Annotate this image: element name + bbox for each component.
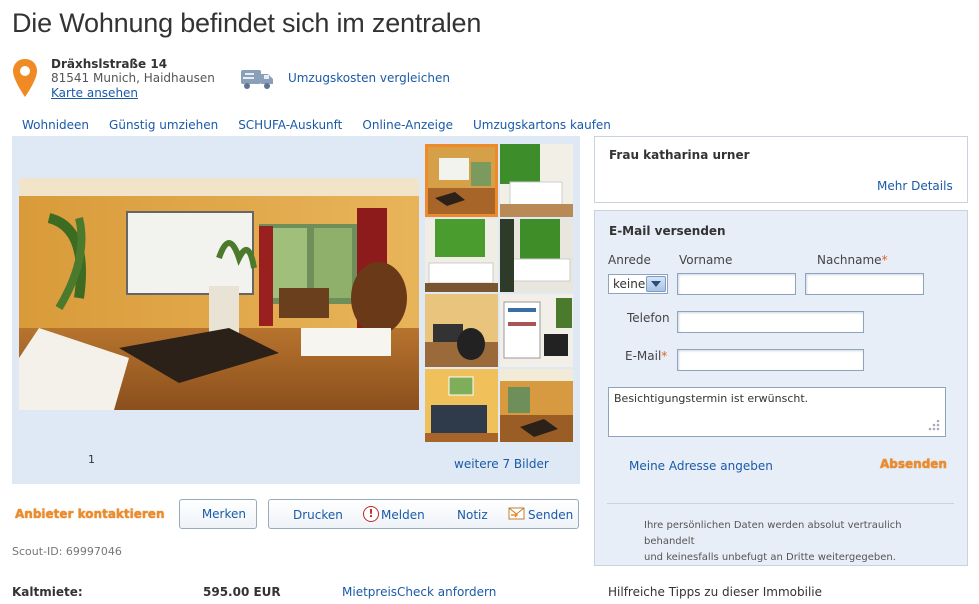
notiz-button[interactable]: Notiz: [457, 508, 488, 522]
anrede-label: Anrede: [608, 253, 651, 267]
message-textarea[interactable]: Besichtigungstermin ist erwünscht.: [608, 387, 946, 437]
merken-button[interactable]: Merken: [179, 499, 257, 529]
required-mark: *: [881, 253, 888, 267]
email-field[interactable]: [677, 349, 864, 371]
more-details-link[interactable]: Mehr Details: [877, 179, 953, 193]
nachname-label-text: Nachname: [817, 253, 882, 267]
action-button-group: Drucken ! Melden Notiz Senden: [268, 499, 579, 529]
thumbnail-6[interactable]: [500, 294, 573, 367]
email-label: E-Mail*: [625, 349, 667, 363]
agent-name: Frau katharina urner: [609, 148, 750, 162]
mietpreischeck-link[interactable]: MietpreisCheck anfordern: [342, 585, 496, 599]
telefon-field[interactable]: [677, 311, 864, 333]
thumb-office: [425, 294, 498, 367]
page-title: Die Wohnung befindet sich im zentralen: [12, 8, 482, 38]
nav-link-guenstig-umziehen[interactable]: Günstig umziehen: [99, 118, 228, 132]
moving-truck-icon: [241, 70, 273, 89]
moving-costs-link[interactable]: Umzugskosten vergleichen: [288, 71, 450, 85]
nav-link-schufa[interactable]: SCHUFA-Auskunft: [228, 118, 352, 132]
thumb-shelf: [500, 294, 573, 367]
privacy-line-2: und keinesfalls unbefugt an Dritte weite…: [644, 552, 896, 563]
vorname-field[interactable]: [677, 273, 796, 295]
living-room-photo: [19, 178, 419, 410]
nav-link-wohnideen[interactable]: Wohnideen: [12, 118, 99, 132]
privacy-line-1: Ihre persönlichen Daten werden absolut v…: [644, 520, 902, 547]
thumbnail-5[interactable]: [425, 294, 498, 367]
anrede-select[interactable]: keine: [608, 274, 668, 294]
chevron-down-icon: [646, 276, 666, 292]
thumbnail-1[interactable]: [425, 144, 498, 217]
required-mark: *: [661, 349, 668, 363]
thumb-bedroom-2: [425, 219, 498, 292]
kaltmiete-value: 595.00 EUR: [203, 585, 281, 599]
thumb-bedroom-3: [500, 219, 573, 292]
thumb-living-room-2: [500, 369, 573, 442]
thumbnail-3[interactable]: [425, 219, 498, 292]
contact-form-title: E-Mail versenden: [609, 224, 726, 238]
kaltmiete-label: Kaltmiete:: [12, 585, 83, 599]
email-label-text: E-Mail: [625, 349, 662, 363]
nachname-label: Nachname*: [817, 253, 888, 267]
top-nav: Wohnideen Günstig umziehen SCHUFA-Auskun…: [12, 118, 621, 132]
map-link[interactable]: Karte ansehen: [51, 86, 138, 100]
thumbnail-7[interactable]: [425, 369, 498, 442]
submit-button[interactable]: Absenden: [880, 457, 947, 471]
merken-label: Merken: [201, 507, 246, 521]
nachname-field[interactable]: [805, 273, 924, 295]
thumbnail-8[interactable]: [500, 369, 573, 442]
tips-heading: Hilfreiche Tipps zu dieser Immobilie: [608, 585, 822, 599]
more-images-link[interactable]: weitere 7 Bilder: [454, 457, 549, 471]
nav-link-umzugskartons[interactable]: Umzugskartons kaufen: [463, 118, 621, 132]
telefon-label: Telefon: [627, 311, 670, 325]
vorname-label: Vorname: [679, 253, 733, 267]
scout-id: Scout-ID: 69997046: [12, 545, 122, 558]
senden-button[interactable]: Senden: [528, 508, 573, 522]
send-mail-icon: [508, 507, 525, 520]
message-text: Besichtigungstermin ist erwünscht.: [614, 392, 809, 405]
melden-button[interactable]: Melden: [381, 508, 425, 522]
location-pin-icon: [13, 59, 37, 97]
thumb-living-room: [425, 144, 498, 217]
divider: [607, 503, 954, 504]
address-street: Dräxhslstraße 14: [51, 57, 168, 71]
drucken-button[interactable]: Drucken: [293, 508, 343, 522]
add-address-link[interactable]: Meine Adresse angeben: [629, 459, 773, 473]
thumbnail-4[interactable]: [500, 219, 573, 292]
contact-provider-link[interactable]: Anbieter kontaktieren: [15, 507, 165, 521]
thumb-bedroom: [500, 144, 573, 217]
warning-icon: !: [363, 506, 379, 522]
privacy-note: Ihre persönlichen Daten werden absolut v…: [644, 518, 954, 566]
anrede-selected: keine: [613, 277, 646, 291]
main-photo[interactable]: [19, 178, 419, 410]
thumbnail-2[interactable]: [500, 144, 573, 217]
thumb-sofa: [425, 369, 498, 442]
nav-link-online-anzeige[interactable]: Online-Anzeige: [352, 118, 463, 132]
image-counter: 1: [88, 453, 95, 466]
resize-grip-icon[interactable]: [927, 418, 941, 432]
address-city: 81541 Munich, Haidhausen: [51, 71, 215, 85]
